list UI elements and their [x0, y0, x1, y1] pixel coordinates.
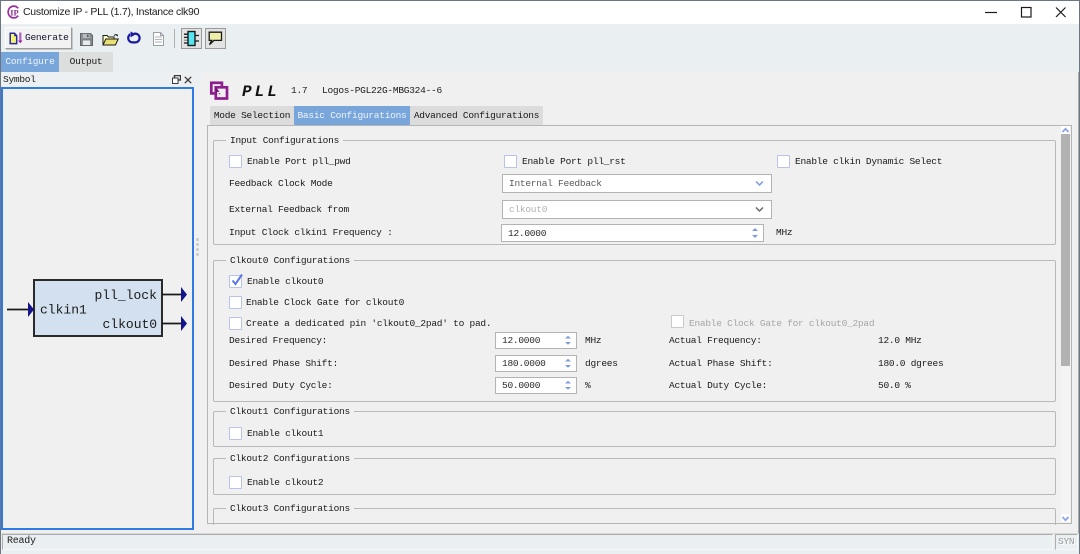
svg-text:clkout0: clkout0 — [103, 317, 158, 332]
svg-text:clkin1: clkin1 — [40, 303, 87, 318]
svg-text:pll_lock: pll_lock — [95, 288, 158, 303]
svg-text:IP: IP — [10, 8, 18, 17]
